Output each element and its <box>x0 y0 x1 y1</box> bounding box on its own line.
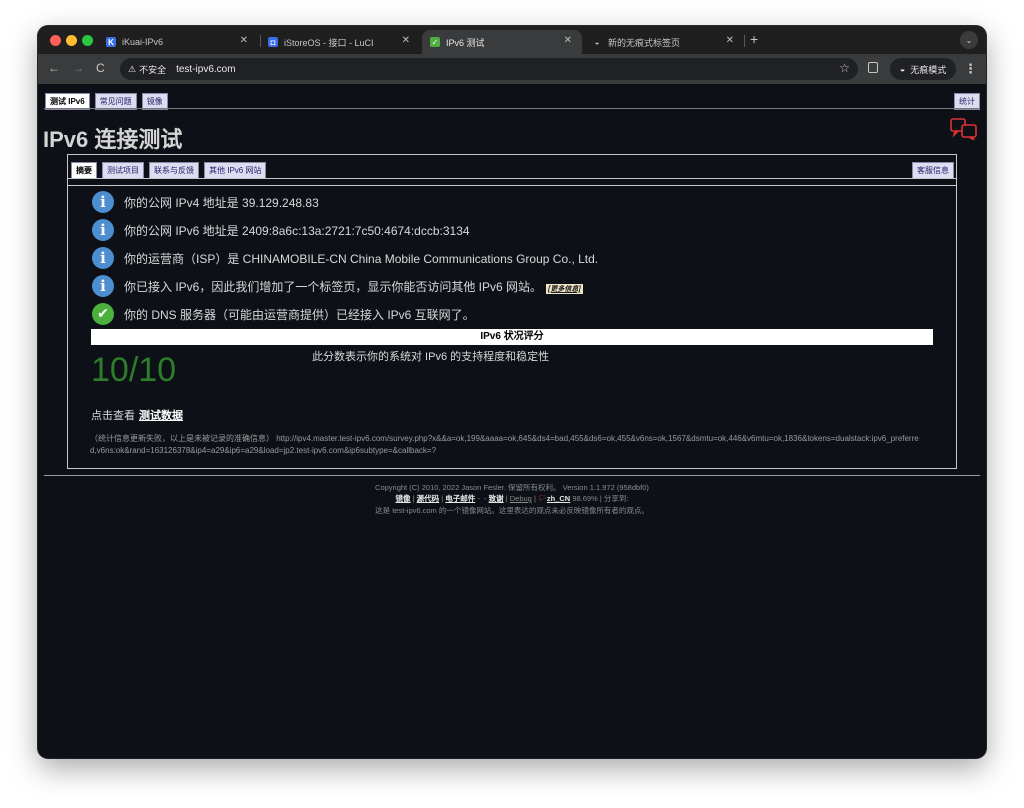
email-link[interactable]: 电子邮件 <box>445 494 475 503</box>
tab-strip: K iKuai-IPv6 ✕ ◘ iStoreOS - 接口 - LuCI ✕ … <box>38 26 986 54</box>
sub-nav: 摘要 测试项目 联系与反馈 其他 IPv6 网站 <box>71 162 267 179</box>
close-window-button[interactable] <box>50 35 61 46</box>
warning-icon: ⚠ <box>128 63 137 74</box>
ikuai-icon: K <box>106 37 116 47</box>
results-panel: 摘要 测试项目 联系与反馈 其他 IPv6 网站 客服信息 i 你的公网 IPv… <box>67 154 957 469</box>
forward-button[interactable]: → <box>72 61 84 75</box>
tab-title: 新的无痕式标签页 <box>608 37 681 48</box>
tab-ikuai[interactable]: K iKuai-IPv6 ✕ <box>98 30 258 54</box>
close-icon[interactable]: ✕ <box>726 35 734 46</box>
divider <box>44 475 980 476</box>
incognito-badge[interactable]: ◒ 无痕模式 <box>890 58 956 80</box>
tab-title: iStoreOS - 接口 - LuCI <box>284 37 374 48</box>
info-icon: i <box>92 191 114 213</box>
footer-links: 镜像 | 源代码 | 电子邮件 - - 致谢 | Debug | 🏳zh_CN … <box>395 494 629 503</box>
mirror-note: 这是 test-ipv6.com 的一个镜像网站。这里表达的观点未必反映镜像所有… <box>375 506 649 515</box>
score-description: 此分数表示你的系统对 IPv6 的支持程度和稳定性 <box>312 351 550 363</box>
divider <box>44 108 980 109</box>
web-page: 测试 IPv6 常见问题 镜像 统计 IPv6 连接测试 摘要 测试项目 联系与… <box>38 84 986 758</box>
tab-search-button[interactable]: ⌄ <box>960 31 978 49</box>
maximize-window-button[interactable] <box>82 35 93 46</box>
close-icon[interactable]: ✕ <box>402 35 410 46</box>
translate-icon[interactable] <box>950 118 980 145</box>
security-label: 不安全 <box>139 64 167 75</box>
close-icon[interactable]: ✕ <box>240 35 248 46</box>
incognito-label: 无痕模式 <box>910 64 947 75</box>
source-link[interactable]: 源代码 <box>417 494 440 503</box>
browser-window: K iKuai-IPv6 ✕ ◘ iStoreOS - 接口 - LuCI ✕ … <box>38 26 986 758</box>
debug-link[interactable]: Debug <box>510 494 532 503</box>
locale-link[interactable]: zh_CN <box>547 494 570 503</box>
survey-info: （统计信息更新失败，以上是未被记录的准确信息） http://ipv4.mast… <box>90 434 919 455</box>
test-data-row: 点击查看 测试数据 <box>91 407 183 423</box>
more-info-link[interactable]: [更多信息] <box>546 283 583 294</box>
address-bar[interactable]: ⚠ 不安全 test-ipv6.com ☆ <box>120 58 858 80</box>
result-text: 你的公网 IPv4 地址是 39.129.248.83 <box>124 195 319 210</box>
footer: Copyright (C) 2010, 2022 Jason Fesler. 保… <box>38 482 986 516</box>
tab-istoreos[interactable]: ◘ iStoreOS - 接口 - LuCI ✕ <box>260 30 420 54</box>
back-button[interactable]: ← <box>48 61 60 75</box>
new-tab-button[interactable]: + <box>750 31 758 47</box>
tab-title: IPv6 测试 <box>446 37 485 48</box>
security-indicator[interactable]: ⚠ 不安全 <box>128 63 166 76</box>
info-icon: i <box>92 247 114 269</box>
istoreos-icon: ◘ <box>268 37 278 47</box>
bookmark-star-icon[interactable]: ☆ <box>839 61 850 75</box>
result-text: 你已接入 IPv6，因此我们增加了一个标签页，显示你能否访问其他 IPv6 网站… <box>124 278 583 295</box>
browser-menu-icon[interactable]: ⋮ <box>964 61 977 77</box>
close-icon[interactable]: ✕ <box>564 35 572 46</box>
tab-other-ipv6-sites[interactable]: 其他 IPv6 网站 <box>204 162 267 179</box>
email-suffix: - <box>475 494 480 503</box>
ipv6-check-icon: ✓ <box>430 37 440 47</box>
result-item-dns: ✔ 你的 DNS 服务器（可能由运营商提供）已经接入 IPv6 互联网了。 <box>92 303 475 325</box>
tab-separator <box>744 35 745 47</box>
support-info-button[interactable]: 客服信息 <box>912 162 954 179</box>
incognito-icon: ◒ <box>594 37 600 47</box>
check-icon: ✔ <box>92 303 114 325</box>
result-item-ipv4: i 你的公网 IPv4 地址是 39.129.248.83 <box>92 191 319 213</box>
info-icon: i <box>92 219 114 241</box>
divider <box>68 185 956 186</box>
divider <box>68 178 956 179</box>
info-icon: i <box>92 275 114 297</box>
tab-summary[interactable]: 摘要 <box>71 162 97 179</box>
result-item-isp: i 你的运营商（ISP）是 CHINAMOBILE-CN China Mobil… <box>92 247 598 269</box>
url-text[interactable]: test-ipv6.com <box>176 64 235 75</box>
browser-toolbar: ← → C ⚠ 不安全 test-ipv6.com ☆ ◒ 无痕模式 ⋮ <box>38 54 986 84</box>
side-panel-icon[interactable] <box>868 62 878 73</box>
tab-title: iKuai-IPv6 <box>122 37 164 47</box>
locale-flag-icon: 🏳 <box>537 496 547 503</box>
share-label: 分享到: <box>603 494 629 503</box>
result-item-tab-added: i 你已接入 IPv6，因此我们增加了一个标签页，显示你能否访问其他 IPv6 … <box>92 275 583 297</box>
result-text-body: 你已接入 IPv6，因此我们增加了一个标签页，显示你能否访问其他 IPv6 网站… <box>124 279 543 294</box>
thanks-link[interactable]: 致谢 <box>489 494 504 503</box>
incognito-icon: ◒ <box>899 64 906 74</box>
click-prefix: 点击查看 <box>91 410 135 422</box>
result-item-ipv6: i 你的公网 IPv6 地址是 2409:8a6c:13a:2721:7c50:… <box>92 219 470 241</box>
copyright-text: Copyright (C) 2010, 2022 Jason Fesler. 保… <box>375 483 649 492</box>
mirrors-link[interactable]: 镜像 <box>396 494 411 503</box>
result-text: 你的运营商（ISP）是 CHINAMOBILE-CN China Mobile … <box>124 251 599 266</box>
result-text: 你的公网 IPv6 地址是 2409:8a6c:13a:2721:7c50:46… <box>124 223 470 238</box>
tab-incognito[interactable]: ◒ 新的无痕式标签页 ✕ <box>584 30 744 54</box>
tab-ipv6-test[interactable]: ✓ IPv6 测试 ✕ <box>422 30 582 54</box>
score-header: IPv6 状况评分 <box>91 329 933 345</box>
minimize-window-button[interactable] <box>66 35 77 46</box>
test-data-link[interactable]: 测试数据 <box>139 410 183 422</box>
tab-tests[interactable]: 测试项目 <box>102 162 144 179</box>
reload-button[interactable]: C <box>96 61 105 75</box>
tab-contact[interactable]: 联系与反馈 <box>149 162 199 179</box>
locale-percent: 98.69% <box>572 494 598 503</box>
page-title: IPv6 连接测试 <box>43 127 183 152</box>
score-value: 10/10 <box>91 351 177 389</box>
result-text: 你的 DNS 服务器（可能由运营商提供）已经接入 IPv6 互联网了。 <box>124 307 475 322</box>
